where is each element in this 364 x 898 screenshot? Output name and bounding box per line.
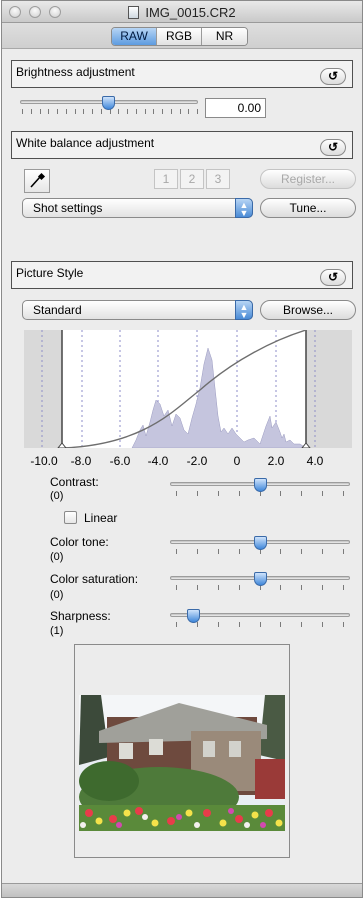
color-saturation-label: Color saturation:: [50, 572, 139, 586]
contrast-label: Contrast:: [50, 475, 99, 489]
white-balance-select-value: Shot settings: [33, 201, 103, 215]
image-preview-panel: [74, 644, 290, 858]
brightness-reset-button[interactable]: ↺: [320, 68, 346, 85]
wb-preset-2-button[interactable]: 2: [180, 169, 204, 189]
tab-nr[interactable]: NR: [202, 28, 247, 45]
sharpness-value: (1): [50, 625, 64, 637]
white-balance-select[interactable]: Shot settings ▲ ▼: [22, 198, 253, 218]
eyedropper-icon: [30, 172, 46, 188]
toolbar: RAW RGB NR: [2, 23, 362, 49]
wb-preset-3-button[interactable]: 3: [206, 169, 230, 189]
histogram-tick-label: 2.0: [267, 454, 285, 468]
histogram-tick-label: -8.0: [70, 454, 92, 468]
chevron-updown-icon: ▲ ▼: [235, 198, 253, 218]
histogram-tick-label: 4.0: [306, 454, 324, 468]
color-saturation-slider-thumb[interactable]: [254, 572, 267, 586]
color-saturation-value: (0): [50, 589, 64, 601]
eyedropper-button[interactable]: [24, 169, 50, 193]
histogram-tick-label: -10.0: [30, 454, 58, 468]
tone-curve-histogram[interactable]: [24, 330, 352, 448]
register-button[interactable]: Register...: [260, 169, 356, 189]
white-balance-section-header: White balance adjustment ↺: [11, 131, 353, 159]
picture-style-select[interactable]: Standard ▲ ▼: [22, 300, 253, 320]
color-tone-slider-thumb[interactable]: [254, 536, 267, 550]
picture-style-heading: Picture Style: [16, 266, 84, 280]
brightness-slider-thumb[interactable]: [102, 96, 115, 110]
histogram-axis-labels: -10.0 -8.0 -6.0 -4.0 -2.0 0 2.0 4.0: [2, 454, 362, 468]
tab-rgb[interactable]: RGB: [157, 28, 202, 45]
image-thumbnail[interactable]: [79, 695, 285, 831]
color-tone-value: (0): [50, 551, 64, 563]
sharpness-slider-thumb[interactable]: [187, 609, 200, 623]
linear-label[interactable]: Linear: [84, 511, 117, 525]
bottom-bar: [2, 883, 362, 897]
white-balance-heading: White balance adjustment: [16, 136, 155, 150]
window-title-text: IMG_0015.CR2: [145, 5, 236, 20]
histogram-tick-label: -2.0: [186, 454, 208, 468]
color-tone-label: Color tone:: [50, 535, 109, 549]
histogram-tick-label: -6.0: [109, 454, 131, 468]
browse-button[interactable]: Browse...: [260, 300, 356, 320]
picture-style-reset-button[interactable]: ↺: [320, 269, 346, 286]
window-title: IMG_0015.CR2: [2, 5, 362, 20]
histogram-tick-label: -4.0: [147, 454, 169, 468]
brightness-value-field[interactable]: 0.00: [205, 98, 266, 118]
chevron-updown-icon: ▲ ▼: [235, 300, 253, 320]
sharpness-slider-ticks: [176, 622, 344, 627]
tab-raw[interactable]: RAW: [112, 28, 157, 45]
tab-group: RAW RGB NR: [111, 27, 248, 46]
histogram-tick-label: 0: [233, 454, 241, 468]
brightness-section-header: Brightness adjustment ↺: [11, 60, 353, 88]
brightness-heading: Brightness adjustment: [16, 65, 135, 79]
sharpness-label: Sharpness:: [50, 609, 111, 623]
contrast-value: (0): [50, 490, 64, 502]
linear-checkbox[interactable]: [64, 511, 77, 524]
picture-style-select-value: Standard: [33, 303, 82, 317]
wb-preset-1-button[interactable]: 1: [154, 169, 178, 189]
contrast-slider-thumb[interactable]: [254, 478, 267, 492]
title-bar[interactable]: IMG_0015.CR2: [2, 1, 362, 23]
document-icon: [128, 6, 140, 19]
white-balance-reset-button[interactable]: ↺: [320, 139, 346, 156]
tune-button[interactable]: Tune...: [260, 198, 356, 218]
picture-style-section-header: Picture Style ↺: [11, 261, 353, 289]
tool-palette-window: IMG_0015.CR2 RAW RGB NR Brightness adjus…: [1, 0, 363, 898]
